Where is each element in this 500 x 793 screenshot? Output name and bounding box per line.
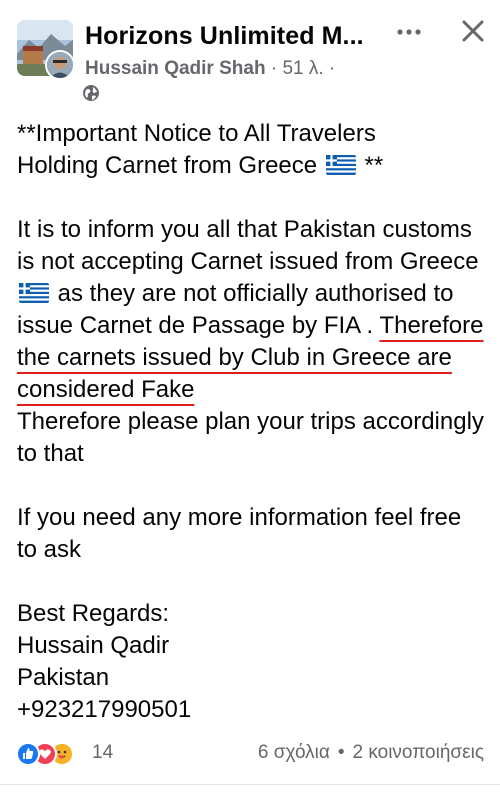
post-header: Horizons Unlimited M... Hussain Qadir Sh… <box>0 0 500 112</box>
meta-separator: · <box>265 58 283 79</box>
notice-line-2: Holding Carnet from Greece ** <box>17 152 384 179</box>
page-name[interactable]: Horizons Unlimited M... <box>85 22 364 51</box>
signature-phone: +923217990501 <box>17 696 192 723</box>
action-bar-edge <box>0 784 500 793</box>
reaction-count[interactable]: 14 <box>92 742 113 764</box>
meta-trailing-dot: · <box>323 58 336 79</box>
greece-flag-icon <box>19 280 49 303</box>
comments-count[interactable]: 6 σχόλια <box>258 742 330 763</box>
reaction-icons[interactable] <box>16 742 90 766</box>
post-meta: Hussain Qadir Shah · 51 λ. · <box>85 58 335 80</box>
post-stats: 6 σχόλια • 2 κοινοποιήσεις <box>258 742 484 764</box>
author-avatar[interactable] <box>45 50 75 80</box>
greece-flag-icon <box>325 152 356 175</box>
globe-icon <box>82 84 100 102</box>
shares-count[interactable]: 2 κοινοποιήσεις <box>353 742 484 763</box>
signature-country: Pakistan <box>17 664 110 691</box>
post-footer: 14 6 σχόλια • 2 κοινοποιήσεις <box>0 736 500 772</box>
like-icon <box>16 742 40 766</box>
contact-paragraph: If you need any more information feel fr… <box>17 504 462 563</box>
notice-paragraph: It is to inform you all that Pakistan cu… <box>17 216 484 467</box>
signature-line: Best Regards: <box>17 600 170 627</box>
more-dots-icon[interactable] <box>395 18 423 46</box>
post-body: **Important Notice to All Travelers Hold… <box>17 118 487 726</box>
author-name[interactable]: Hussain Qadir Shah <box>85 58 266 79</box>
close-icon[interactable] <box>458 16 488 46</box>
post-time[interactable]: 51 λ. <box>282 58 323 79</box>
signature-name: Hussain Qadir <box>17 632 170 659</box>
stats-separator: • <box>337 742 345 763</box>
notice-line-1: **Important Notice to All Travelers <box>17 120 376 147</box>
